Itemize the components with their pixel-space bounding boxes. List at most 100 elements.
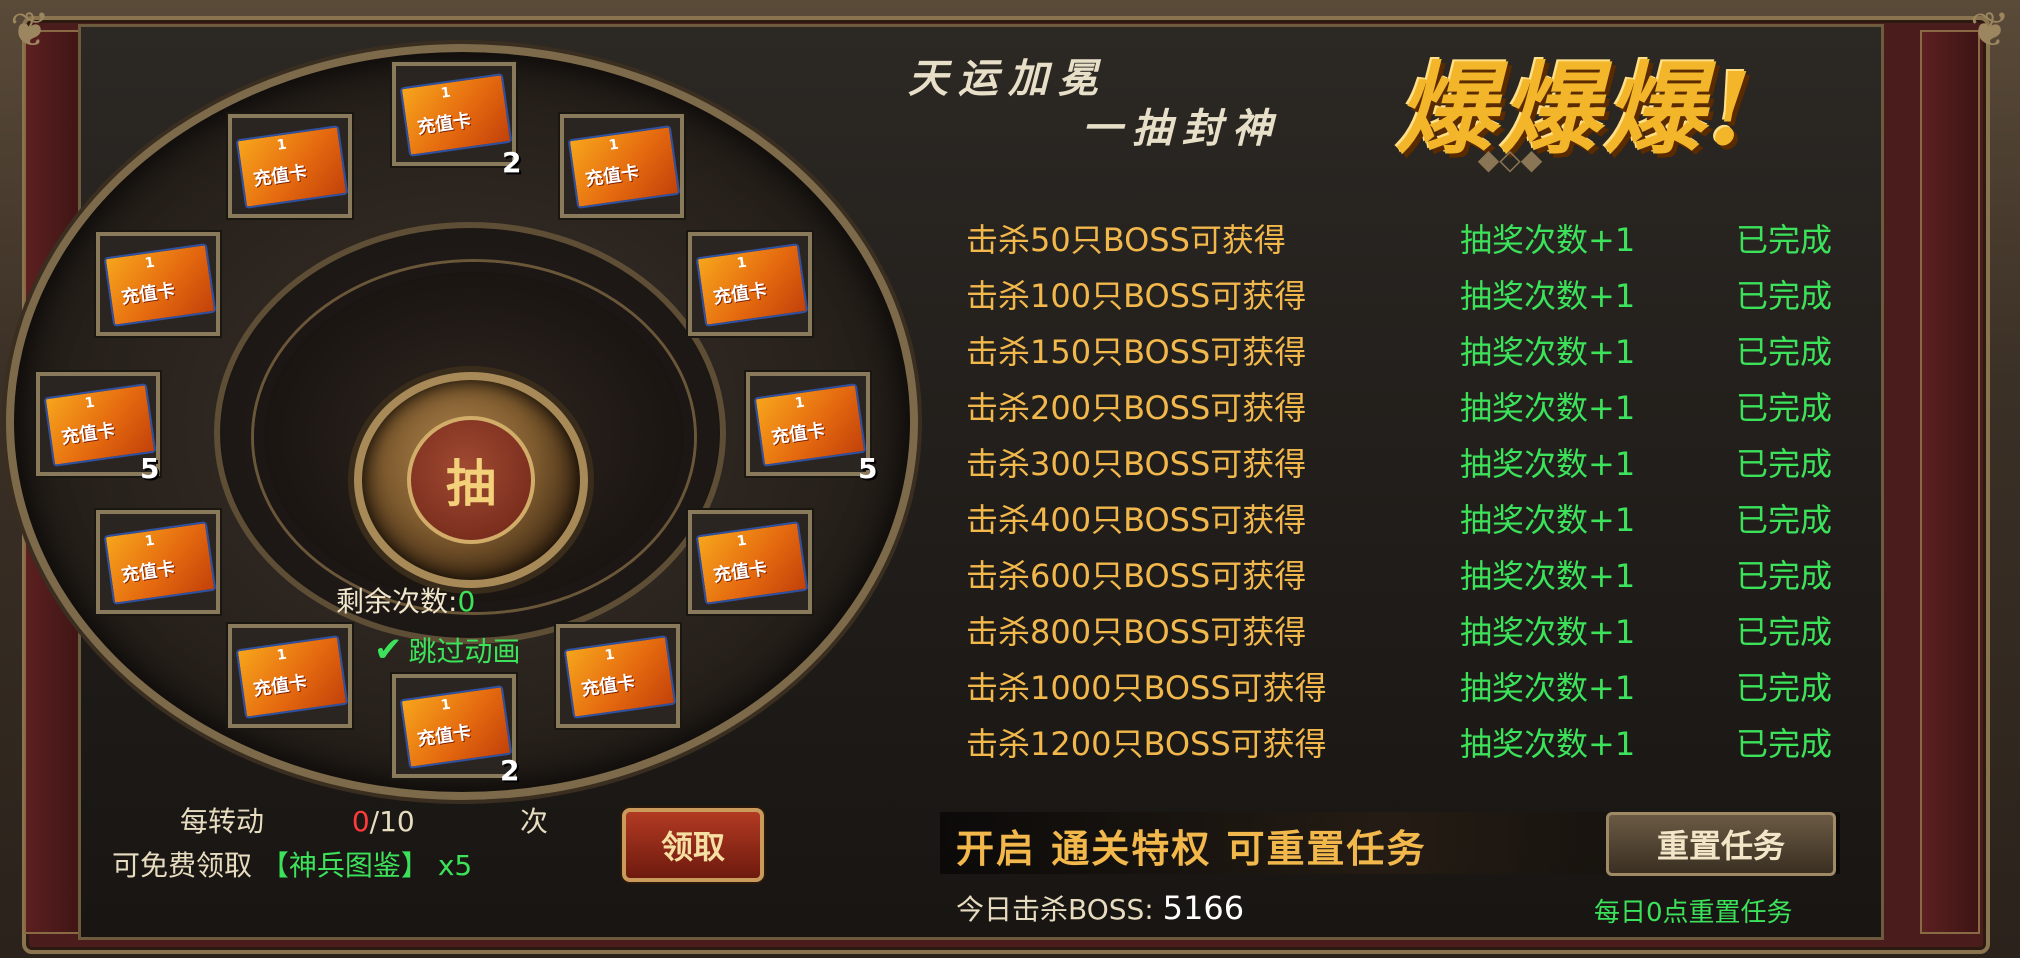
task-condition: 击杀400只BOSS可获得: [966, 501, 1307, 539]
recharge-card-icon: 1 充值卡: [235, 635, 349, 719]
card-value: 1: [83, 394, 96, 412]
recharge-card-icon: 1 充值卡: [567, 125, 681, 209]
task-status: 已完成: [1736, 445, 1833, 483]
daily-reset-note: 每日0点重置任务: [1594, 898, 1793, 928]
card-text: 充值卡: [415, 722, 473, 751]
card-value: 1: [793, 394, 806, 412]
slot-count: 2: [500, 754, 520, 787]
task-row: 击杀800只BOSS可获得 抽奖次数+1 已完成: [966, 604, 1886, 656]
task-condition: 击杀50只BOSS可获得: [966, 221, 1286, 259]
slot-count: 5: [140, 452, 160, 485]
card-text: 充值卡: [415, 110, 473, 139]
recharge-card-icon: 1 充值卡: [399, 685, 513, 769]
prize-slot: 1 充值卡: [688, 510, 812, 614]
task-condition: 击杀800只BOSS可获得: [966, 613, 1307, 651]
card-value: 1: [735, 532, 748, 550]
slogan-line-2: 一抽封神: [1082, 105, 1282, 152]
free-claim-info: 可免费领取 【神兵图鉴】 x5: [112, 844, 472, 884]
recharge-card-icon: 1 充值卡: [695, 521, 809, 605]
prize-slot: 1 充值卡 2: [392, 62, 521, 179]
card-value: 1: [275, 646, 288, 664]
task-reward: 抽奖次数+1: [1460, 613, 1636, 651]
task-row: 击杀150只BOSS可获得 抽奖次数+1 已完成: [966, 324, 1886, 376]
task-status: 已完成: [1736, 613, 1833, 651]
today-kills-value: 5166: [1162, 889, 1245, 927]
skip-animation-label: 跳过动画: [408, 635, 521, 668]
prize-slot: 1 充值卡: [228, 624, 352, 728]
recharge-card-icon: 1 充值卡: [563, 635, 677, 719]
privilege-text: 开启 通关特权 可重置任务: [956, 827, 1427, 871]
task-row: 击杀100只BOSS可获得 抽奖次数+1 已完成: [966, 268, 1886, 320]
prize-slot: 1 充值卡: [96, 510, 220, 614]
free-claim-label: 可免费领取: [112, 849, 253, 882]
prize-slot: 1 充值卡: [688, 232, 812, 336]
recharge-card-icon: 1 充值卡: [695, 243, 809, 327]
task-status: 已完成: [1736, 277, 1833, 315]
task-reward: 抽奖次数+1: [1460, 389, 1636, 427]
card-text: 充值卡: [119, 558, 177, 587]
task-reward: 抽奖次数+1: [1460, 725, 1636, 763]
prize-slot: 1 充值卡 5: [36, 372, 160, 485]
task-row: 击杀400只BOSS可获得 抽奖次数+1 已完成: [966, 492, 1886, 544]
recharge-card-icon: 1 充值卡: [103, 243, 217, 327]
task-condition: 击杀200只BOSS可获得: [966, 389, 1307, 427]
card-text: 充值卡: [251, 672, 309, 701]
task-condition: 击杀150只BOSS可获得: [966, 333, 1307, 371]
reward-qty: x5: [437, 849, 473, 882]
task-row: 击杀600只BOSS可获得 抽奖次数+1 已完成: [966, 548, 1886, 600]
task-row: 击杀300只BOSS可获得 抽奖次数+1 已完成: [966, 436, 1886, 488]
remaining-label: 剩余次数:: [336, 585, 458, 618]
card-value: 1: [439, 84, 452, 102]
corner-ornament-icon: ❦: [1969, 2, 2011, 58]
task-condition: 击杀1000只BOSS可获得: [966, 669, 1327, 707]
turn-current: 0: [351, 805, 370, 838]
per-turn-label: 每转动: [180, 805, 265, 838]
task-status: 已完成: [1736, 501, 1833, 539]
remaining-draws: 剩余次数:0: [336, 580, 475, 620]
draw-button-label: 抽: [407, 416, 535, 544]
card-text: 充值卡: [583, 162, 641, 191]
recharge-card-icon: 1 充值卡: [399, 73, 513, 157]
task-reward: 抽奖次数+1: [1460, 669, 1636, 707]
card-value: 1: [735, 254, 748, 272]
per-turn-progress: 每转动 0/10: [180, 800, 415, 840]
prize-slot: 1 充值卡: [228, 114, 352, 218]
prize-slot: 1 充值卡 2: [392, 674, 519, 787]
slogan-line-1: 天运加冕: [908, 55, 1108, 102]
checkmark-icon[interactable]: ✔: [374, 630, 403, 670]
slot-count: 5: [858, 452, 878, 485]
corner-ornament-icon: ❦: [9, 2, 51, 58]
remaining-value: 0: [457, 585, 476, 618]
slot-count: 2: [502, 146, 522, 179]
right-side-bar: [1920, 30, 1980, 934]
task-reward: 抽奖次数+1: [1460, 277, 1636, 315]
today-kills-label: 今日击杀BOSS:: [956, 893, 1154, 926]
draw-button[interactable]: 抽: [354, 372, 588, 588]
skip-animation-toggle[interactable]: ✔ 跳过动画: [374, 630, 521, 670]
task-status: 已完成: [1736, 333, 1833, 371]
card-value: 1: [439, 696, 452, 714]
task-row: 击杀1000只BOSS可获得 抽奖次数+1 已完成: [966, 660, 1886, 712]
claim-button[interactable]: 领取: [622, 808, 764, 882]
card-text: 充值卡: [579, 672, 637, 701]
task-condition: 击杀1200只BOSS可获得: [966, 725, 1327, 763]
card-value: 1: [143, 254, 156, 272]
prize-slot: 1 充值卡: [560, 114, 684, 218]
task-reward: 抽奖次数+1: [1460, 445, 1636, 483]
task-reward: 抽奖次数+1: [1460, 333, 1636, 371]
card-text: 充值卡: [251, 162, 309, 191]
task-reward: 抽奖次数+1: [1460, 557, 1636, 595]
reset-tasks-button[interactable]: 重置任务: [1606, 812, 1836, 876]
task-reward: 抽奖次数+1: [1460, 501, 1636, 539]
card-text: 充值卡: [711, 280, 769, 309]
task-status: 已完成: [1736, 389, 1833, 427]
task-status: 已完成: [1736, 557, 1833, 595]
turn-total: /10: [369, 805, 415, 838]
prize-slot: 1 充值卡 5: [746, 372, 877, 485]
recharge-card-icon: 1 充值卡: [235, 125, 349, 209]
task-condition: 击杀300只BOSS可获得: [966, 445, 1307, 483]
reward-item: 【神兵图鉴】: [260, 849, 429, 882]
card-value: 1: [607, 136, 620, 154]
task-status: 已完成: [1736, 725, 1833, 763]
divider-ornament-icon: ◆◇◆: [1477, 143, 1543, 176]
